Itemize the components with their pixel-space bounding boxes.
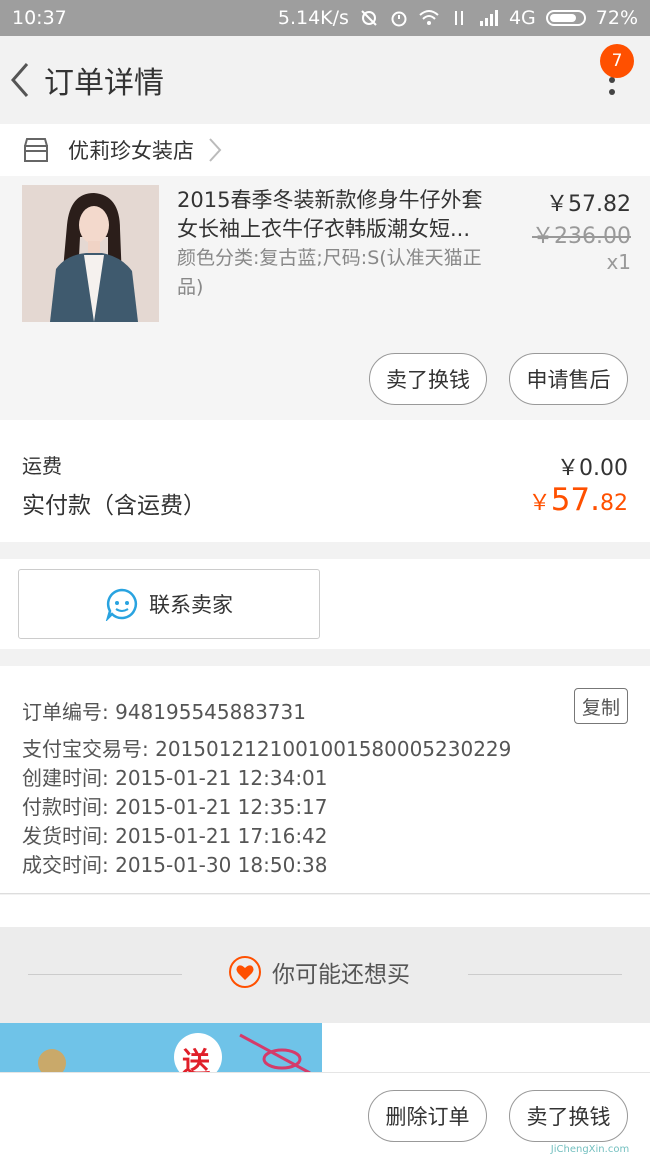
chevron-left-icon xyxy=(11,63,29,97)
spacer xyxy=(0,895,650,927)
nav-bar: 订单详情 7 xyxy=(0,36,650,124)
data-transfer-icon xyxy=(454,11,463,25)
shipped-time: 发货时间: 2015-01-21 17:16:42 xyxy=(22,824,328,848)
product-price: ￥57.82 xyxy=(546,192,631,217)
back-button[interactable] xyxy=(0,36,40,124)
status-bar: 10:37 5.14K/s 4G 72% xyxy=(0,0,650,36)
bottom-action-bar: 删除订单 卖了换钱 JiChengXin.com xyxy=(0,1072,650,1155)
divider-left xyxy=(28,974,182,975)
store-name: 优莉珍女装店 xyxy=(68,139,194,163)
paid-decimal: 82 xyxy=(600,491,628,516)
paid-amount: ￥57.82 xyxy=(529,482,628,518)
delete-order-button[interactable]: 删除订单 xyxy=(368,1090,487,1142)
recommend-header: 你可能还想买 xyxy=(0,927,650,1023)
signal-icon xyxy=(479,10,498,26)
chevron-right-icon xyxy=(209,138,222,162)
notification-badge: 7 xyxy=(600,44,634,78)
watermark: JiChengXin.com xyxy=(550,1144,630,1155)
recommend-card-2[interactable] xyxy=(328,1023,650,1073)
paid-currency: ￥ xyxy=(528,491,551,516)
product-title: 2015春季冬装新款修身牛仔外套女长袖上衣牛仔衣韩版潮女短... xyxy=(177,188,483,241)
network-speed: 5.14K/s xyxy=(277,7,349,29)
copy-button[interactable]: 复制 xyxy=(574,688,628,724)
contact-seller-button[interactable]: 联系卖家 xyxy=(18,569,320,639)
shipping-value: ￥0.00 xyxy=(557,456,628,481)
order-number: 订单编号: 948195545883731 xyxy=(22,700,306,724)
alipay-trade-number: 支付宝交易号: 2015012121001001580005230229 xyxy=(22,737,512,761)
product-quantity: x1 xyxy=(606,250,631,274)
recommend-title: 你可能还想买 xyxy=(228,955,410,989)
recommend-card-1[interactable]: 送 xyxy=(0,1023,322,1073)
shipping-label: 运费 xyxy=(22,454,62,478)
completed-time: 成交时间: 2015-01-30 18:50:38 xyxy=(22,853,328,877)
wifi-icon xyxy=(419,10,439,25)
store-icon xyxy=(24,138,48,162)
network-type: 4G xyxy=(508,7,536,29)
created-time: 创建时间: 2015-01-21 12:34:01 xyxy=(22,766,328,790)
recommend-cards: 送 xyxy=(0,1023,650,1073)
product-image xyxy=(22,185,159,322)
alarm-icon xyxy=(391,11,407,27)
promo-text: 送 xyxy=(182,1046,211,1073)
original-price: ￥236.00 xyxy=(532,224,631,249)
battery-icon xyxy=(545,10,586,26)
mute-alarm-icon xyxy=(361,10,377,26)
recommend-label: 你可能还想买 xyxy=(272,962,410,988)
chat-bubble-icon xyxy=(105,588,138,621)
order-info: 订单编号: 948195545883731 支付宝交易号: 2015012121… xyxy=(0,666,650,894)
paid-integer: 57. xyxy=(550,482,600,518)
store-row[interactable]: 优莉珍女装店 xyxy=(0,124,650,176)
order-item[interactable]: 2015春季冬装新款修身牛仔外套女长袖上衣牛仔衣韩版潮女短... 颜色分类:复古… xyxy=(0,176,650,420)
page-title: 订单详情 xyxy=(44,66,164,101)
divider-right xyxy=(468,974,622,975)
after-sale-button[interactable]: 申请售后 xyxy=(509,353,628,405)
sell-button[interactable]: 卖了换钱 xyxy=(369,353,487,405)
paid-time: 付款时间: 2015-01-21 12:35:17 xyxy=(22,795,328,819)
status-time: 10:37 xyxy=(12,7,67,29)
paid-label: 实付款（含运费） xyxy=(22,493,206,519)
fees-section: 运费 ￥0.00 实付款（含运费） ￥57.82 xyxy=(0,420,650,542)
contact-section: 联系卖家 xyxy=(0,559,650,649)
heart-icon xyxy=(229,956,261,988)
battery-level: 72% xyxy=(595,7,638,29)
product-spec: 颜色分类:复古蓝;尺码:S(认准天猫正品) xyxy=(177,247,482,298)
contact-seller-label: 联系卖家 xyxy=(149,593,233,617)
